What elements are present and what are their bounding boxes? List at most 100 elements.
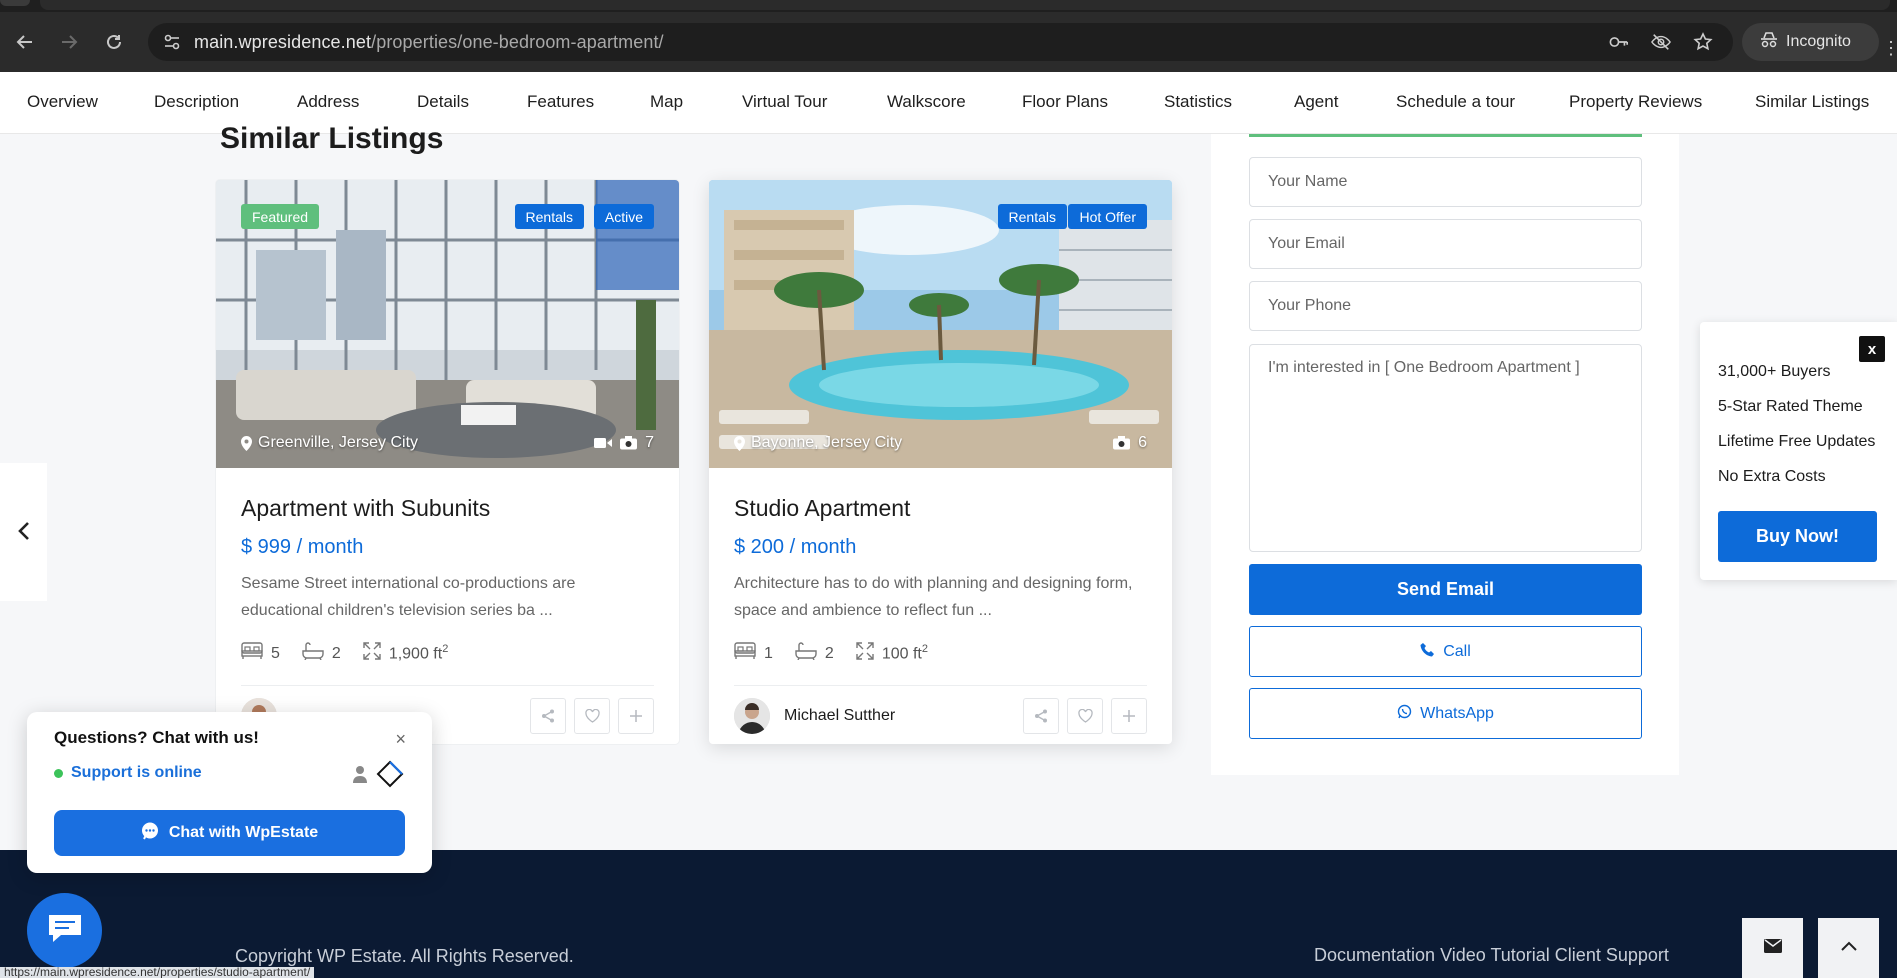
- listing-card[interactable]: Featured Rentals Active Greenville, Jers…: [216, 180, 679, 744]
- address-bar[interactable]: main.wpresidence.net/properties/one-bedr…: [148, 23, 1733, 61]
- card-divider: [734, 685, 1147, 686]
- location-text: Bayonne, Jersey City: [751, 434, 903, 451]
- incognito-badge[interactable]: Incognito: [1742, 23, 1879, 61]
- nav-virtual-tour[interactable]: Virtual Tour: [742, 92, 827, 112]
- nav-schedule-tour[interactable]: Schedule a tour: [1396, 92, 1515, 112]
- badge-rentals[interactable]: Rentals: [997, 204, 1067, 229]
- listing-title[interactable]: Apartment with Subunits: [241, 495, 490, 522]
- online-dot: [54, 768, 63, 778]
- send-email-button[interactable]: Send Email: [1249, 564, 1642, 615]
- listing-description: Sesame Street international co-productio…: [241, 575, 576, 619]
- baths-feature: 2: [302, 642, 341, 665]
- share-icon[interactable]: [1023, 698, 1059, 734]
- promo-line: 5-Star Rated Theme: [1718, 398, 1863, 415]
- chat-start-label: Chat with WpEstate: [168, 824, 319, 841]
- nav-map[interactable]: Map: [650, 92, 683, 112]
- bookmark-star-icon[interactable]: [1693, 32, 1713, 52]
- support-status: Support is online: [54, 764, 202, 782]
- listing-location[interactable]: Bayonne, Jersey City: [734, 434, 902, 452]
- favorite-heart-icon[interactable]: [1067, 698, 1103, 734]
- support-status-text: Support is online: [71, 764, 202, 781]
- listing-card[interactable]: Rentals Hot Offer Bayonne, Jersey City 6…: [709, 180, 1172, 744]
- name-field[interactable]: Your Name: [1249, 157, 1642, 207]
- key-icon[interactable]: [1609, 32, 1629, 52]
- beds-count: 1: [764, 644, 773, 662]
- listing-photo[interactable]: Featured Rentals Active Greenville, Jers…: [216, 180, 679, 468]
- video-icon: [594, 437, 613, 449]
- tab-stub[interactable]: [0, 0, 30, 6]
- reload-icon[interactable]: [99, 27, 129, 57]
- phone-field[interactable]: Your Phone: [1249, 281, 1642, 331]
- message-textarea[interactable]: I'm interested in [ One Bedroom Apartmen…: [1249, 344, 1642, 552]
- nav-walkscore[interactable]: Walkscore: [887, 92, 966, 112]
- buy-now-button[interactable]: Buy Now!: [1718, 511, 1877, 562]
- compare-plus-icon[interactable]: [1111, 698, 1147, 734]
- whatsapp-icon: [1397, 704, 1412, 724]
- agent-info[interactable]: Michael Sutther: [734, 698, 895, 734]
- incognito-icon: [1760, 31, 1778, 53]
- nav-floor-plans[interactable]: Floor Plans: [1022, 92, 1108, 112]
- location-text: Greenville, Jersey City: [258, 434, 419, 451]
- media-count[interactable]: 7: [594, 434, 654, 452]
- chat-launcher-button[interactable]: [27, 893, 102, 968]
- chat-popup: Questions? Chat with us! × Support is on…: [27, 712, 432, 873]
- card-divider: [241, 685, 654, 686]
- chat-close-icon[interactable]: ×: [395, 729, 406, 750]
- nav-overview[interactable]: Overview: [27, 92, 98, 112]
- url-text: main.wpresidence.net/properties/one-bedr…: [194, 32, 664, 53]
- area-feature: 1,900 ft2: [363, 642, 449, 665]
- whatsapp-label: WhatsApp: [1420, 704, 1494, 722]
- compare-plus-icon[interactable]: [618, 698, 654, 734]
- listing-photo[interactable]: Rentals Hot Offer Bayonne, Jersey City 6: [709, 180, 1172, 468]
- nav-address[interactable]: Address: [297, 92, 359, 112]
- badge-featured: Featured: [241, 204, 320, 229]
- site-settings-icon[interactable]: [162, 32, 182, 52]
- area-text: 100 ft: [881, 645, 922, 663]
- baths-count: 2: [331, 644, 341, 662]
- chevron-up-icon: [1840, 939, 1858, 957]
- favorite-heart-icon[interactable]: [574, 698, 610, 734]
- call-button[interactable]: Call: [1249, 626, 1642, 677]
- agent-avatar[interactable]: [734, 698, 770, 734]
- baths-feature: 2: [795, 642, 834, 665]
- nav-property-reviews[interactable]: Property Reviews: [1569, 92, 1702, 112]
- whatsapp-button[interactable]: WhatsApp: [1249, 688, 1642, 739]
- browser-tabstrip: [0, 0, 1897, 12]
- chat-icon: [47, 913, 83, 948]
- nav-agent[interactable]: Agent: [1294, 92, 1338, 112]
- tab-bar: [40, 0, 1890, 10]
- browser-toolbar: main.wpresidence.net/properties/one-bedr…: [0, 12, 1897, 72]
- share-icon[interactable]: [530, 698, 566, 734]
- listing-title[interactable]: Studio Apartment: [734, 495, 910, 522]
- eye-off-icon[interactable]: [1651, 32, 1671, 52]
- camera-icon: [1113, 436, 1131, 450]
- area-unit-sup: 2: [921, 643, 928, 656]
- badge-status[interactable]: Hot Offer: [1068, 204, 1147, 229]
- listing-price: $ 999 / month: [241, 536, 363, 559]
- promo-close-button[interactable]: x: [1859, 336, 1885, 362]
- forward-icon[interactable]: [54, 27, 84, 57]
- slider-prev-button[interactable]: [0, 463, 47, 601]
- nav-statistics[interactable]: Statistics: [1164, 92, 1232, 112]
- footer-links[interactable]: Documentation Video Tutorial Client Supp…: [1314, 945, 1669, 966]
- agent-name[interactable]: Michael Sutther: [784, 707, 895, 725]
- nav-description[interactable]: Description: [154, 92, 239, 112]
- nav-details[interactable]: Details: [417, 92, 469, 112]
- map-pin-icon: [734, 435, 745, 451]
- promo-line: Lifetime Free Updates: [1718, 433, 1876, 450]
- area-icon: [363, 642, 381, 665]
- scroll-top-button[interactable]: [1818, 918, 1879, 978]
- nav-features[interactable]: Features: [527, 92, 594, 112]
- browser-menu-icon[interactable]: ⋮: [1882, 38, 1897, 59]
- badge-rentals[interactable]: Rentals: [514, 204, 584, 229]
- promo-line: 31,000+ Buyers: [1718, 363, 1831, 380]
- badge-status[interactable]: Active: [593, 204, 654, 229]
- nav-similar-listings[interactable]: Similar Listings: [1755, 92, 1869, 112]
- contact-mail-button[interactable]: [1742, 918, 1803, 978]
- area-unit-sup: 2: [442, 643, 449, 656]
- back-icon[interactable]: [10, 27, 40, 57]
- listing-location[interactable]: Greenville, Jersey City: [241, 434, 418, 452]
- email-field[interactable]: Your Email: [1249, 219, 1642, 269]
- media-count[interactable]: 6: [1113, 434, 1147, 452]
- chat-start-button[interactable]: Chat with WpEstate: [54, 810, 405, 856]
